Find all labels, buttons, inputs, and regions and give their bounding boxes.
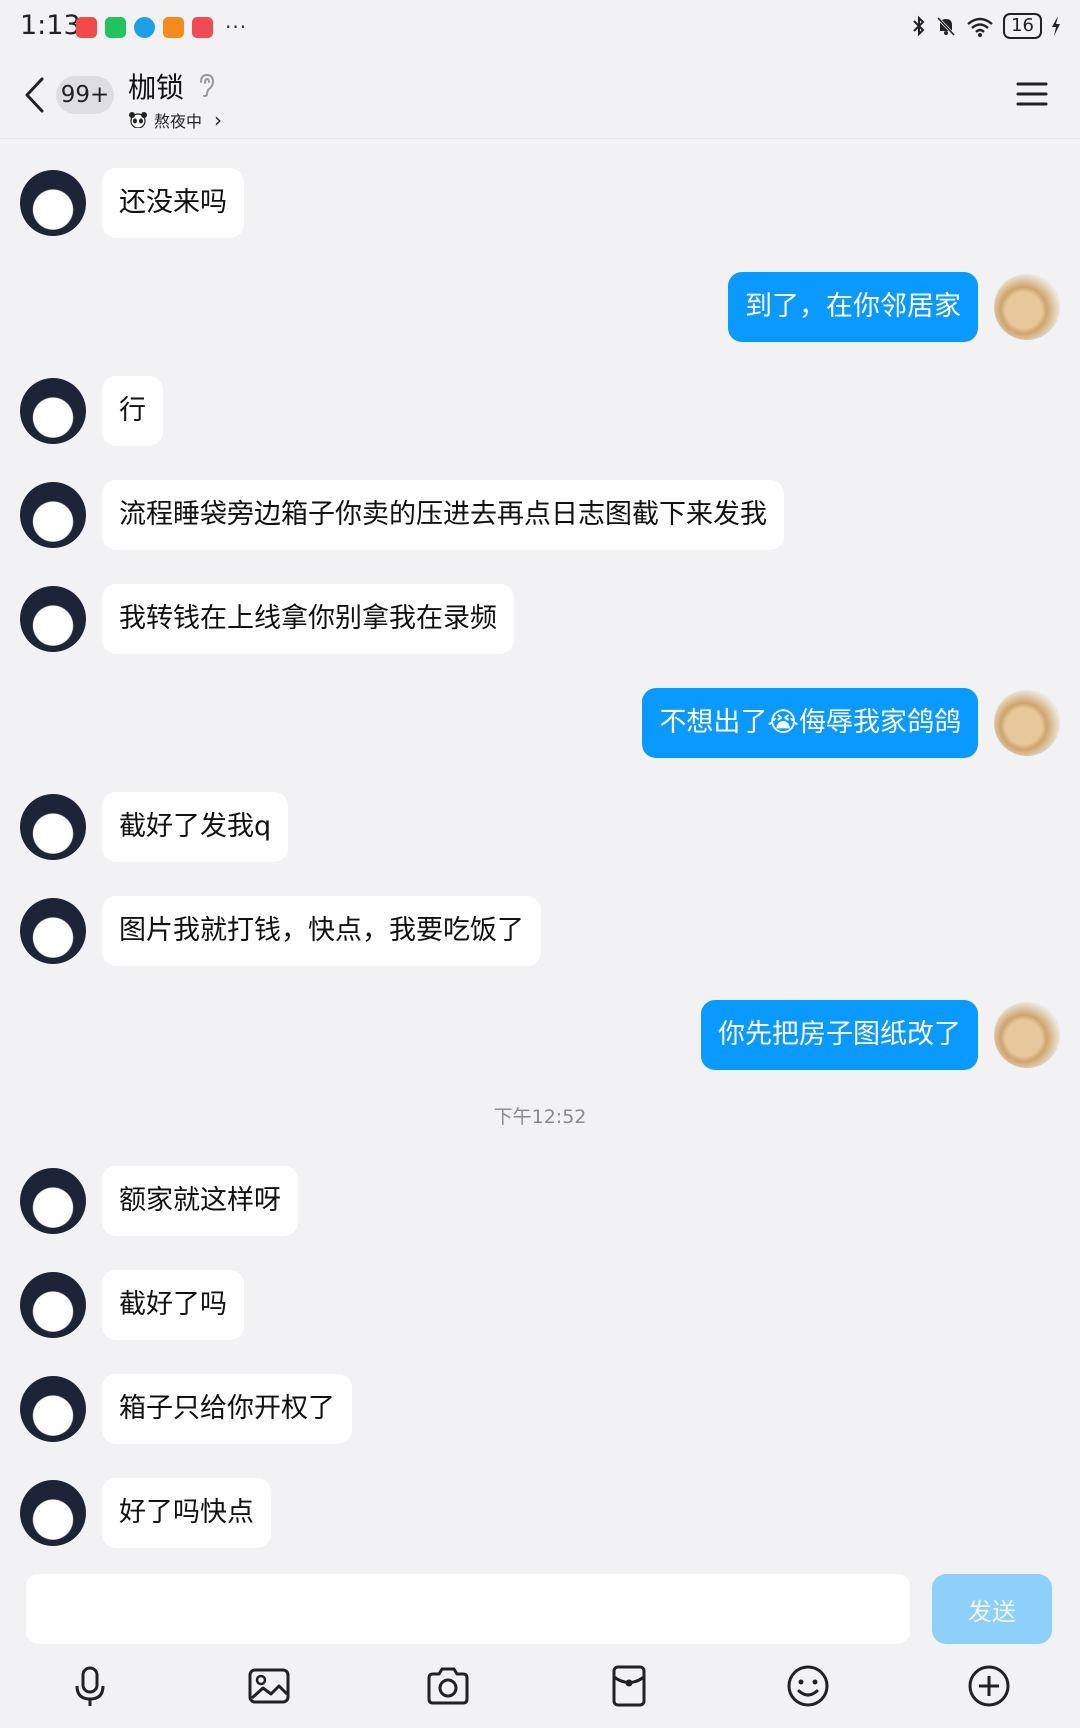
message-row: 你先把房子图纸改了 xyxy=(701,1000,1060,1070)
contact-avatar[interactable] xyxy=(20,898,86,964)
panda-icon xyxy=(129,112,147,128)
contact-avatar[interactable] xyxy=(20,794,86,860)
menu-icon[interactable] xyxy=(1016,80,1048,108)
message-bubble[interactable]: 不想出了😭侮辱我家鸽鸽 xyxy=(642,688,978,758)
message-row: 好了吗快点 xyxy=(20,1478,271,1548)
status-text: 熬夜中 xyxy=(154,112,203,131)
message-bubble[interactable]: 你先把房子图纸改了 xyxy=(701,1000,978,1070)
my-avatar[interactable] xyxy=(994,690,1060,756)
unread-count-badge[interactable]: 99+ xyxy=(56,76,114,114)
message-bubble[interactable]: 行 xyxy=(102,376,163,446)
message-bubble[interactable]: 到了，在你邻居家 xyxy=(728,272,978,342)
contact-avatar[interactable] xyxy=(20,378,86,444)
contact-status[interactable]: 熬夜中 › xyxy=(128,108,222,132)
my-avatar[interactable] xyxy=(994,1002,1060,1068)
status-bar: 1:13 ··· 16 xyxy=(0,0,1080,52)
message-row: 额家就这样呀 xyxy=(20,1166,298,1236)
bluetooth-icon xyxy=(913,15,925,37)
ear-icon[interactable] xyxy=(196,72,218,98)
message-row: 流程睡袋旁边箱子你卖的压进去再点日志图截下来发我 xyxy=(20,480,784,550)
emoji-icon[interactable] xyxy=(784,1662,832,1710)
message-row: 我转钱在上线拿你别拿我在录频 xyxy=(20,584,514,654)
mic-icon[interactable] xyxy=(66,1662,114,1710)
message-bubble[interactable]: 流程睡袋旁边箱子你卖的压进去再点日志图截下来发我 xyxy=(102,480,784,550)
message-row: 截好了发我q xyxy=(20,792,289,862)
charging-icon xyxy=(1052,16,1060,36)
contact-name[interactable]: 枷锁 xyxy=(128,66,184,106)
browser-icon xyxy=(134,16,155,38)
message-row: 到了，在你邻居家 xyxy=(728,272,1060,342)
contact-avatar[interactable] xyxy=(20,1272,86,1338)
video-app-icon xyxy=(163,16,184,38)
my-avatar[interactable] xyxy=(994,274,1060,340)
contact-avatar[interactable] xyxy=(20,1480,86,1546)
message-row: 箱子只给你开权了 xyxy=(20,1374,352,1444)
image-icon[interactable] xyxy=(245,1662,293,1710)
message-bubble[interactable]: 截好了吗 xyxy=(102,1270,244,1340)
message-bubble[interactable]: 我转钱在上线拿你别拿我在录频 xyxy=(102,584,514,654)
wifi-icon xyxy=(967,17,993,37)
battery-indicator: 16 xyxy=(1003,13,1042,39)
status-system-icons: 16 xyxy=(911,13,1062,39)
plus-icon[interactable] xyxy=(965,1662,1013,1710)
message-bubble[interactable]: 好了吗快点 xyxy=(102,1478,271,1548)
contact-avatar[interactable] xyxy=(20,1168,86,1234)
message-bubble[interactable]: 额家就这样呀 xyxy=(102,1166,298,1236)
message-input[interactable] xyxy=(26,1574,910,1644)
back-arrow-icon[interactable] xyxy=(22,76,46,114)
red-packet-icon[interactable] xyxy=(605,1662,653,1710)
mute-icon xyxy=(937,16,956,37)
send-button[interactable]: 发送 xyxy=(932,1574,1052,1644)
message-row: 还没来吗 xyxy=(20,168,244,238)
message-bubble[interactable]: 还没来吗 xyxy=(102,168,244,238)
wechat-icon xyxy=(105,16,126,38)
more-notifications-icon: ··· xyxy=(225,15,248,39)
status-time: 1:13 xyxy=(20,10,81,41)
input-toolbar xyxy=(0,1662,1080,1718)
message-bubble[interactable]: 图片我就打钱，快点，我要吃饭了 xyxy=(102,896,541,966)
notification-app-icon xyxy=(76,16,97,38)
message-row: 行 xyxy=(20,376,163,446)
contact-avatar[interactable] xyxy=(20,170,86,236)
message-row: 图片我就打钱，快点，我要吃饭了 xyxy=(20,896,541,966)
message-row: 截好了吗 xyxy=(20,1270,244,1340)
status-notification-icons: ··· xyxy=(76,15,247,39)
chevron-right-icon: › xyxy=(214,108,223,132)
contact-avatar[interactable] xyxy=(20,1376,86,1442)
input-bar: 发送 xyxy=(0,1562,1080,1728)
notification-app-icon xyxy=(192,16,213,38)
message-row: 不想出了😭侮辱我家鸽鸽 xyxy=(642,688,1060,758)
message-bubble[interactable]: 截好了发我q xyxy=(102,792,289,862)
contact-avatar[interactable] xyxy=(20,482,86,548)
message-bubble[interactable]: 箱子只给你开权了 xyxy=(102,1374,352,1444)
chat-header: 99+ 枷锁 熬夜中 › xyxy=(0,52,1080,139)
time-separator: 下午12:52 xyxy=(493,1106,587,1128)
contact-avatar[interactable] xyxy=(20,586,86,652)
camera-icon[interactable] xyxy=(424,1662,472,1710)
